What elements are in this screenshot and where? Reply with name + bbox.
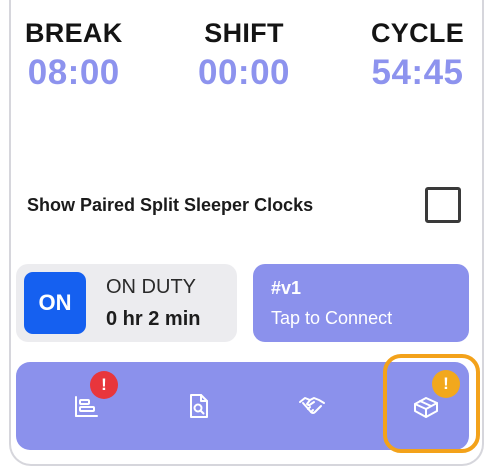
clocks-row: BREAK 08:00 SHIFT 00:00 CYCLE 54:45: [11, 18, 482, 108]
cycle-value: 54:45: [371, 53, 464, 92]
break-label: BREAK: [25, 18, 123, 48]
connect-subtitle: Tap to Connect: [271, 308, 393, 328]
duty-status-label: ON DUTY: [106, 276, 196, 298]
paired-split-checkbox[interactable]: [425, 187, 461, 223]
logs-alert-badge: !: [90, 371, 118, 399]
duty-elapsed-time: 0 hr 2 min: [106, 308, 201, 330]
shift-value: 00:00: [198, 53, 291, 92]
paired-split-label: Show Paired Split Sleeper Clocks: [27, 195, 314, 215]
device-id: #v1: [271, 278, 302, 298]
shift-label: SHIFT: [204, 18, 284, 48]
duty-status-card[interactable]: ON ON DUTY 0 hr 2 min: [16, 264, 237, 342]
nav-agreement-button[interactable]: [282, 362, 342, 450]
shift-clock: SHIFT 00:00: [198, 18, 290, 93]
cycle-label: CYCLE: [371, 18, 465, 48]
document-search-icon: [190, 394, 208, 418]
break-value: 08:00: [27, 53, 120, 92]
cycle-clock: CYCLE 54:45: [371, 18, 464, 93]
connect-device-button[interactable]: #v1 Tap to Connect: [253, 264, 469, 342]
nav-documents-button[interactable]: [168, 362, 228, 450]
handshake-icon: [299, 397, 325, 414]
on-duty-toggle-button[interactable]: ON: [24, 272, 86, 334]
paired-split-row: Show Paired Split Sleeper Clocks: [27, 187, 467, 227]
break-clock: BREAK 08:00: [25, 18, 123, 93]
highlight-ring: [383, 354, 480, 453]
